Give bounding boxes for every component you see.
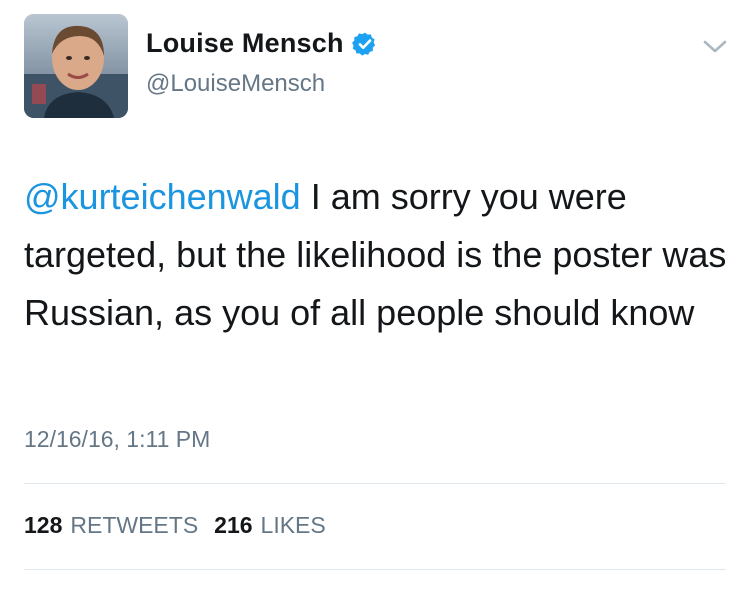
mention-link[interactable]: @kurteichenwald <box>24 176 301 217</box>
divider <box>24 569 726 570</box>
tweet-text: @kurteichenwald I am sorry you were targ… <box>24 168 734 342</box>
tweet-timestamp[interactable]: 12/16/16, 1:11 PM <box>24 426 210 453</box>
author-display-name[interactable]: Louise Mensch <box>146 28 344 59</box>
likes-stat[interactable]: 216 LIKES <box>214 512 326 539</box>
avatar[interactable] <box>24 14 128 118</box>
retweets-stat[interactable]: 128 RETWEETS <box>24 512 198 539</box>
retweets-label: RETWEETS <box>70 512 199 538</box>
chevron-down-icon[interactable] <box>702 38 728 56</box>
divider <box>24 483 726 484</box>
likes-label: LIKES <box>260 512 326 538</box>
author-name-row[interactable]: Louise Mensch <box>146 28 378 59</box>
tweet-stats: 128 RETWEETS 216 LIKES <box>24 512 342 539</box>
author-handle[interactable]: @LouiseMensch <box>146 70 325 98</box>
verified-badge-icon <box>351 32 375 56</box>
likes-count: 216 <box>214 512 253 538</box>
retweets-count: 128 <box>24 512 63 538</box>
